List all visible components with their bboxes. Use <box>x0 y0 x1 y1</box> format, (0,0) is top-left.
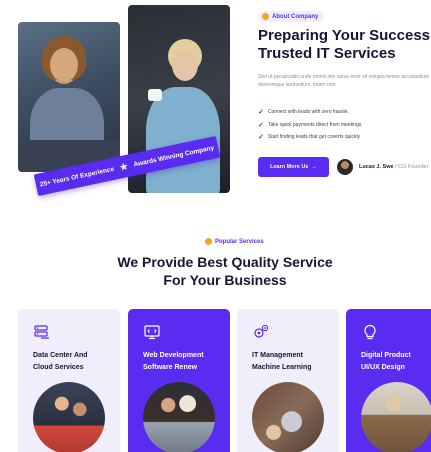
service-photo <box>252 382 324 452</box>
service-title-line2: Software Renew <box>143 363 198 371</box>
author-name: Lucas J. Swe <box>359 164 394 170</box>
service-card-it-management[interactable]: IT Management Machine Learning <box>237 309 339 452</box>
services-tag: Popular Services <box>201 236 270 247</box>
checklist-item: ✓ Connect with leads with zero hassle. <box>258 106 361 119</box>
checklist-item-label: Take quick payments direct from meetings <box>267 121 362 128</box>
hero-description: Sed ut perspiciatis unde omnis iste natu… <box>258 74 430 88</box>
hero-title-line2: Trusted IT Services <box>258 45 396 62</box>
learn-more-label: Learn More Us <box>270 164 309 170</box>
tag-dot-icon <box>205 238 212 245</box>
server-icon <box>34 325 49 339</box>
star-icon: ★ <box>118 160 129 172</box>
author-avatar <box>337 159 353 175</box>
service-title-line2: Cloud Services <box>33 363 84 371</box>
service-photo <box>33 382 105 452</box>
service-title-line1: Data Center And <box>33 352 88 359</box>
services-title-line2: For Your Business <box>163 272 287 288</box>
check-icon: ✓ <box>258 121 264 129</box>
checklist-item-label: Start finding leads that get coverts qui… <box>267 134 361 141</box>
service-title-line1: Web Development <box>143 352 204 359</box>
services-tag-label: Popular Services <box>215 238 264 245</box>
arrow-right-icon: → <box>311 164 317 170</box>
services-title-line1: We Provide Best Quality Service <box>117 254 333 270</box>
coffee-cup-icon <box>148 89 162 101</box>
author-role: CO Founder <box>398 164 429 170</box>
author-credit: Lucas J. Swe / CO Founder <box>359 164 428 170</box>
bulb-icon <box>364 324 376 340</box>
service-card-title: Data Center And Cloud Services <box>33 350 115 373</box>
team-photo-left <box>18 22 120 172</box>
services-title: We Provide Best Quality Service For Your… <box>105 253 345 289</box>
checklist-item-label: Connect with leads with zero hassle. <box>267 109 349 116</box>
checklist-item: ✓ Take quick payments direct from meeting… <box>258 119 361 132</box>
service-card-digital-product[interactable]: Digital Product UI/UX Design <box>346 309 431 452</box>
learn-more-button[interactable]: Learn More Us → <box>258 157 329 177</box>
service-card-title: IT Management Machine Learning <box>252 350 334 373</box>
service-card-data-center[interactable]: Data Center And Cloud Services <box>18 309 120 452</box>
gears-icon <box>254 324 269 338</box>
service-title-line1: Digital Product <box>361 352 411 359</box>
hero-title: Preparing Your Success Trusted IT Servic… <box>258 27 431 63</box>
checklist-item: ✓ Start finding leads that get coverts qu… <box>258 131 361 144</box>
about-tag-label: About Company <box>272 13 319 20</box>
feature-checklist: ✓ Connect with leads with zero hassle. ✓ T… <box>258 106 361 144</box>
service-card-title: Digital Product UI/UX Design <box>361 350 431 373</box>
service-card-web-development[interactable]: Web Development Software Renew <box>128 309 230 452</box>
check-icon: ✓ <box>258 134 264 142</box>
tag-dot-icon <box>262 13 269 20</box>
service-photo <box>143 382 215 452</box>
check-icon: ✓ <box>258 109 264 117</box>
service-title-line2: Machine Learning <box>252 363 312 371</box>
person-face <box>50 48 78 82</box>
hero-title-line1: Preparing Your Success <box>258 27 431 44</box>
service-card-title: Web Development Software Renew <box>143 350 225 373</box>
service-photo <box>361 382 431 452</box>
monitor-icon <box>144 325 160 340</box>
person-face <box>172 49 198 81</box>
service-title-line2: UI/UX Design <box>361 363 405 371</box>
service-title-line1: IT Management <box>252 352 303 359</box>
about-tag: About Company <box>258 11 325 22</box>
